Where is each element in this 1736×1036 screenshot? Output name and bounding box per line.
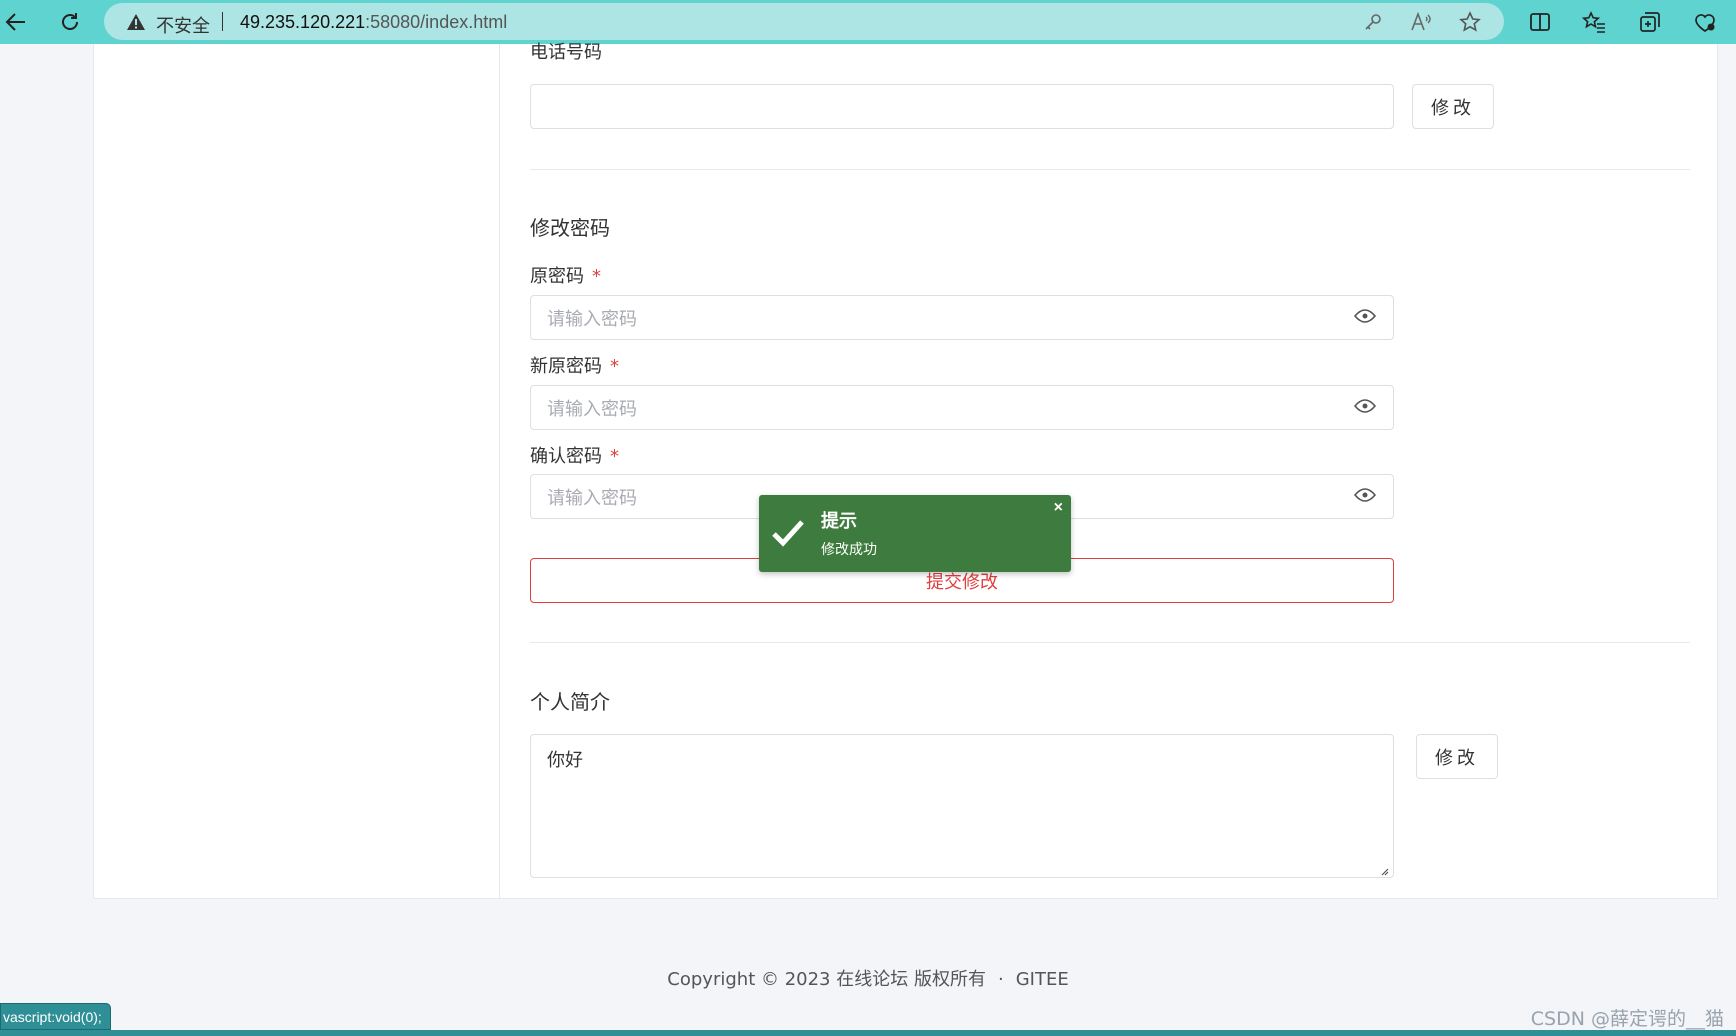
old-password-input[interactable]: 请输入密码 [530, 295, 1394, 340]
old-password-placeholder: 请输入密码 [547, 309, 637, 330]
window-bottom-border [0, 1030, 1736, 1036]
toast-title: 提示 [821, 511, 857, 532]
gitee-link[interactable]: GITEE [1016, 969, 1069, 990]
bio-section-title: 个人简介 [530, 690, 610, 714]
bio-edit-button[interactable]: 修改 [1416, 734, 1498, 779]
watermark: CSDN @薛定谔的__猫 [1530, 1008, 1724, 1030]
key-icon[interactable] [1362, 11, 1384, 33]
refresh-icon[interactable] [54, 6, 86, 38]
confirm-password-label: 确认密码 * [530, 442, 619, 468]
confirm-password-placeholder: 请输入密码 [547, 488, 637, 509]
back-icon[interactable] [0, 6, 32, 38]
check-icon [771, 518, 805, 548]
new-password-label-text: 新原密码 [530, 356, 602, 377]
read-aloud-icon[interactable] [1410, 11, 1432, 33]
eye-icon[interactable] [1353, 306, 1377, 326]
old-password-label-text: 原密码 [530, 266, 584, 287]
star-icon[interactable] [1459, 11, 1481, 33]
phone-label: 电话号码 [530, 42, 602, 63]
new-password-label: 新原密码 * [530, 352, 619, 378]
divider [530, 169, 1690, 170]
phone-input[interactable] [530, 84, 1394, 129]
security-label[interactable]: 不安全 [156, 12, 210, 38]
old-password-label: 原密码 * [530, 262, 601, 288]
bio-textarea[interactable]: 你好 [530, 734, 1394, 878]
required-mark: * [610, 446, 619, 467]
sidebar-divider [499, 44, 500, 899]
copyright-text: Copyright © 2023 在线论坛 版权所有 [667, 969, 986, 990]
favorites-icon[interactable] [1580, 8, 1608, 36]
extensions-icon[interactable] [1691, 8, 1719, 36]
url-path: :58080/index.html [365, 12, 508, 32]
eye-icon[interactable] [1353, 485, 1377, 505]
password-section-title: 修改密码 [530, 216, 610, 240]
split-screen-icon[interactable] [1526, 8, 1554, 36]
bio-value: 你好 [547, 750, 583, 771]
required-mark: * [610, 356, 619, 377]
settings-card: 电话号码 修改 修改密码 原密码 * 请输入密码 新原密码 * 请输入密码 确认密码… [93, 42, 1718, 899]
browser-toolbar: 不安全 49.235.120.221:58080/index.html [0, 0, 1736, 44]
new-password-placeholder: 请输入密码 [547, 399, 637, 420]
status-bar-link-preview: vascript:void(0); [0, 1003, 111, 1030]
url-host: 49.235.120.221 [240, 12, 366, 32]
address-bar[interactable]: 不安全 49.235.120.221:58080/index.html [104, 3, 1504, 40]
eye-icon[interactable] [1353, 396, 1377, 416]
footer-separator: · [997, 969, 1004, 990]
collections-icon[interactable] [1636, 8, 1664, 36]
address-separator [222, 12, 223, 31]
url-text[interactable]: 49.235.120.221:58080/index.html [240, 12, 507, 33]
divider [530, 642, 1690, 643]
close-icon[interactable]: × [1054, 499, 1063, 517]
required-mark: * [592, 266, 601, 287]
new-password-input[interactable]: 请输入密码 [530, 385, 1394, 430]
footer: Copyright © 2023 在线论坛 版权所有 · GITEE [0, 965, 1736, 991]
confirm-password-label-text: 确认密码 [530, 446, 602, 467]
resize-handle-icon[interactable] [1379, 863, 1389, 876]
warning-icon [126, 13, 146, 36]
success-toast: 提示 修改成功 × [759, 495, 1071, 572]
toast-message: 修改成功 [821, 542, 877, 558]
phone-edit-button[interactable]: 修改 [1412, 84, 1494, 129]
